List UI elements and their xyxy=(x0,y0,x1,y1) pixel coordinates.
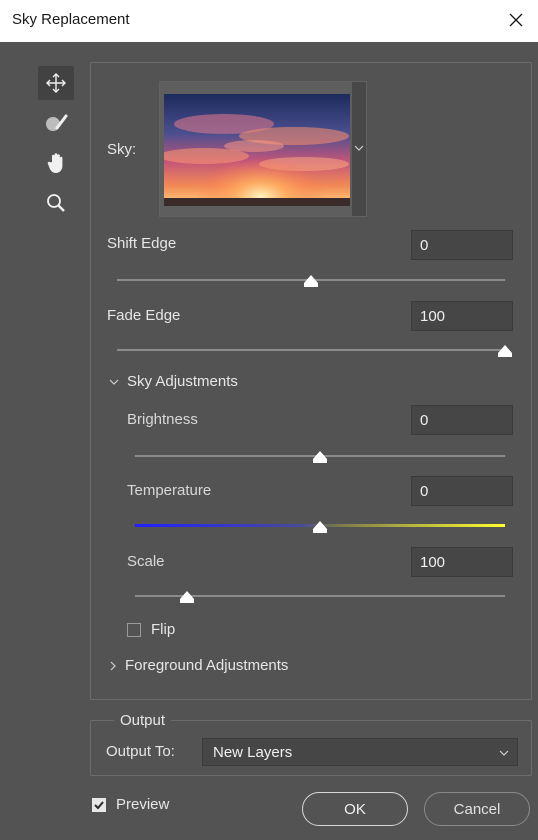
flip-row[interactable]: Flip xyxy=(127,621,175,638)
ok-button[interactable]: OK xyxy=(302,792,408,826)
fade-edge-input[interactable]: 100 xyxy=(411,301,513,331)
output-to-label: Output To: xyxy=(106,743,175,760)
shift-edge-slider[interactable] xyxy=(117,273,505,291)
close-icon xyxy=(509,13,523,27)
flip-checkbox[interactable] xyxy=(127,622,141,637)
preview-checkbox[interactable] xyxy=(92,797,106,812)
slider-thumb-icon[interactable] xyxy=(179,591,194,603)
sky-label: Sky: xyxy=(107,141,137,158)
close-button[interactable] xyxy=(502,6,530,34)
sky-brush-tool-button[interactable] xyxy=(38,106,74,140)
output-to-value: New Layers xyxy=(213,744,293,761)
fade-edge-label: Fade Edge xyxy=(107,307,181,324)
move-tool-button[interactable] xyxy=(38,66,74,100)
shift-edge-label: Shift Edge xyxy=(107,235,177,252)
settings-panel: Sky: Shift Edge 0 Fade Edge 100 Sky Adju… xyxy=(90,62,532,700)
chevron-down-icon xyxy=(499,750,509,756)
sky-adjustments-label: Sky Adjustments xyxy=(127,373,238,390)
window-title: Sky Replacement xyxy=(12,11,130,28)
temperature-slider[interactable] xyxy=(135,519,505,537)
sky-thumbnail[interactable] xyxy=(164,94,350,206)
foreground-adjustments-label: Foreground Adjustments xyxy=(125,657,289,674)
hand-icon xyxy=(47,153,63,173)
title-bar: Sky Replacement xyxy=(0,0,538,42)
fade-edge-slider[interactable] xyxy=(117,343,512,361)
slider-thumb-icon[interactable] xyxy=(313,451,327,463)
zoom-tool-button[interactable] xyxy=(38,186,74,220)
sky-preview-image xyxy=(164,94,350,206)
cancel-button[interactable]: Cancel xyxy=(424,792,530,826)
scale-slider[interactable] xyxy=(135,589,505,607)
chevron-right-icon xyxy=(110,661,116,670)
brightness-input[interactable]: 0 xyxy=(411,405,513,435)
sky-brush-icon xyxy=(46,114,68,131)
temperature-label: Temperature xyxy=(127,482,212,499)
temperature-input[interactable]: 0 xyxy=(411,476,513,506)
brightness-slider[interactable] xyxy=(135,449,505,467)
preview-row[interactable]: Preview xyxy=(92,796,169,813)
output-to-select[interactable]: New Layers xyxy=(202,738,518,766)
scale-input[interactable]: 100 xyxy=(411,547,513,577)
hand-tool-button[interactable] xyxy=(38,146,74,180)
sky-adjustments-toggle[interactable]: Sky Adjustments xyxy=(109,373,238,390)
slider-thumb-icon[interactable] xyxy=(498,345,512,357)
preview-label: Preview xyxy=(116,796,170,813)
chevron-down-icon xyxy=(109,379,119,385)
zoom-icon xyxy=(47,194,65,212)
slider-thumb-icon[interactable] xyxy=(313,521,327,533)
tool-column xyxy=(38,66,74,226)
shift-edge-input[interactable]: 0 xyxy=(411,230,513,260)
slider-thumb-icon[interactable] xyxy=(304,275,318,287)
output-title: Output xyxy=(114,712,172,729)
chevron-down-icon[interactable] xyxy=(353,143,365,153)
brightness-label: Brightness xyxy=(127,411,198,428)
flip-label: Flip xyxy=(151,621,176,638)
foreground-adjustments-toggle[interactable]: Foreground Adjustments xyxy=(109,657,288,674)
move-icon xyxy=(46,73,66,93)
sky-picker[interactable] xyxy=(159,81,367,217)
checkmark-icon xyxy=(94,800,104,809)
slider-track xyxy=(117,349,505,351)
scale-label: Scale xyxy=(127,553,165,570)
